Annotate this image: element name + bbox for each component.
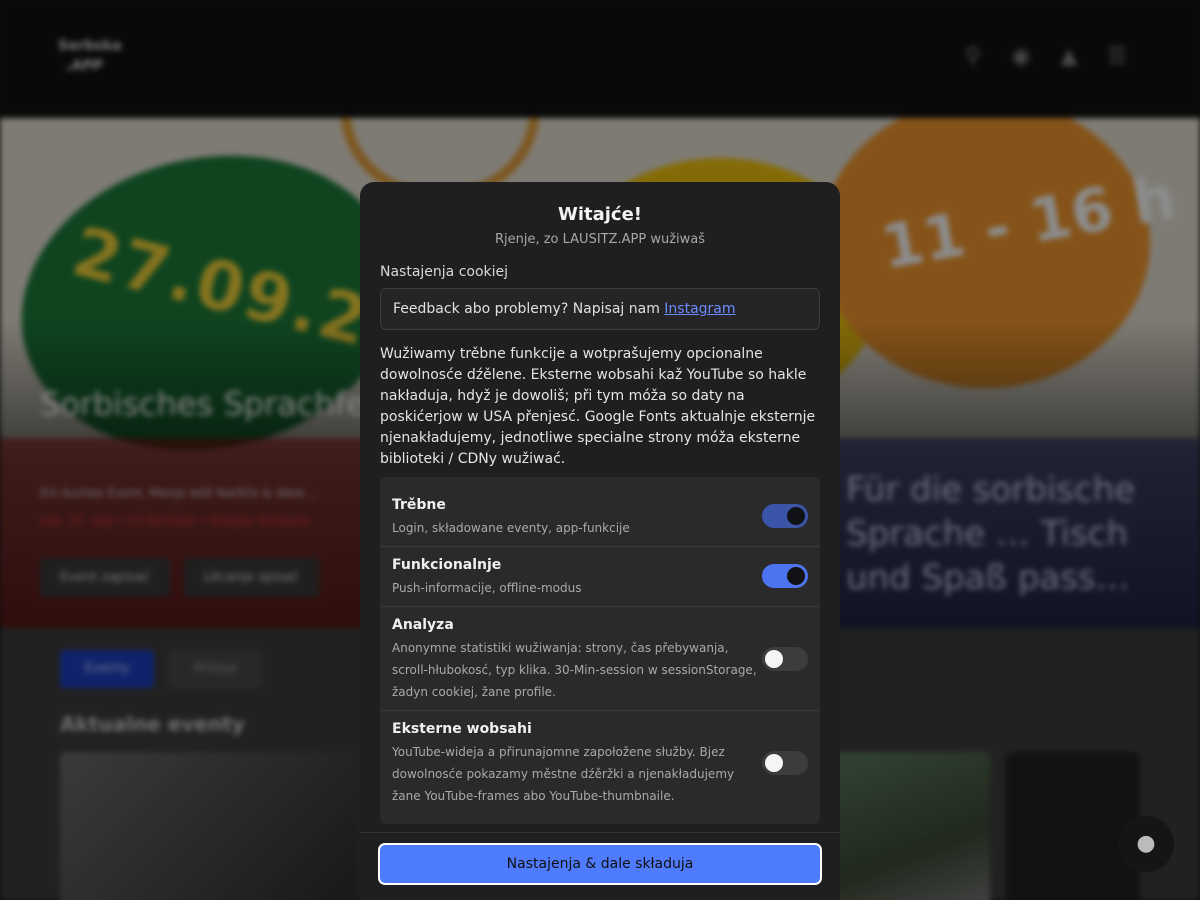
option-title: Funkcionalnje [392, 557, 502, 573]
option-description: Anonymne statistiki wužiwanja: strony, č… [392, 641, 757, 699]
option-functional: Funkcionalnje Push-informacije, offline-… [380, 547, 820, 607]
save-settings-button[interactable]: Nastajenja & dale składuja [378, 843, 822, 885]
option-description: Login, składowane eventy, app-funkcije [392, 521, 630, 535]
analytics-toggle[interactable] [762, 647, 808, 671]
chat-bubble-icon[interactable]: ● [1118, 816, 1174, 872]
modal-subtitle: Rjenje, zo LAUSITZ.APP wužiwaš [494, 232, 706, 247]
toggle-knob [765, 650, 783, 668]
settings-label: Nastajenja cookiej [380, 264, 509, 280]
feedback-text: Feedback abo problemy? Napisaj nam [393, 301, 660, 317]
option-description: YouTube-wideja a přirunajomne zapołožene… [392, 745, 735, 803]
option-analytics: Analyza Anonymne statistiki wužiwanja: s… [380, 607, 820, 711]
instagram-link[interactable]: Instagram [664, 301, 735, 317]
cookie-consent-modal: Witajće! Rjenje, zo LAUSITZ.APP wužiwaš … [360, 182, 840, 900]
option-required: Trěbne Login, składowane eventy, app-fun… [380, 477, 820, 547]
option-description: Push-informacije, offline-modus [392, 581, 582, 595]
modal-divider [360, 832, 840, 833]
option-title: Analyza [392, 617, 454, 633]
consent-options: Trěbne Login, składowane eventy, app-fun… [380, 477, 820, 824]
option-external-content: Eksterne wobsahi YouTube-wideja a přirun… [380, 711, 820, 824]
feedback-box: Feedback abo problemy? Napisaj nam Insta… [380, 288, 820, 330]
option-title: Eksterne wobsahi [392, 721, 532, 737]
consent-description: Wužiwamy trěbne funkcije a wotprašujemy … [380, 346, 816, 467]
toggle-knob [787, 567, 805, 585]
functional-toggle[interactable] [762, 564, 808, 588]
toggle-knob [765, 754, 783, 772]
modal-title: Witajće! [557, 204, 643, 225]
option-title: Trěbne [392, 497, 446, 513]
toggle-knob [787, 507, 805, 525]
required-toggle[interactable] [762, 504, 808, 528]
external-content-toggle[interactable] [762, 751, 808, 775]
